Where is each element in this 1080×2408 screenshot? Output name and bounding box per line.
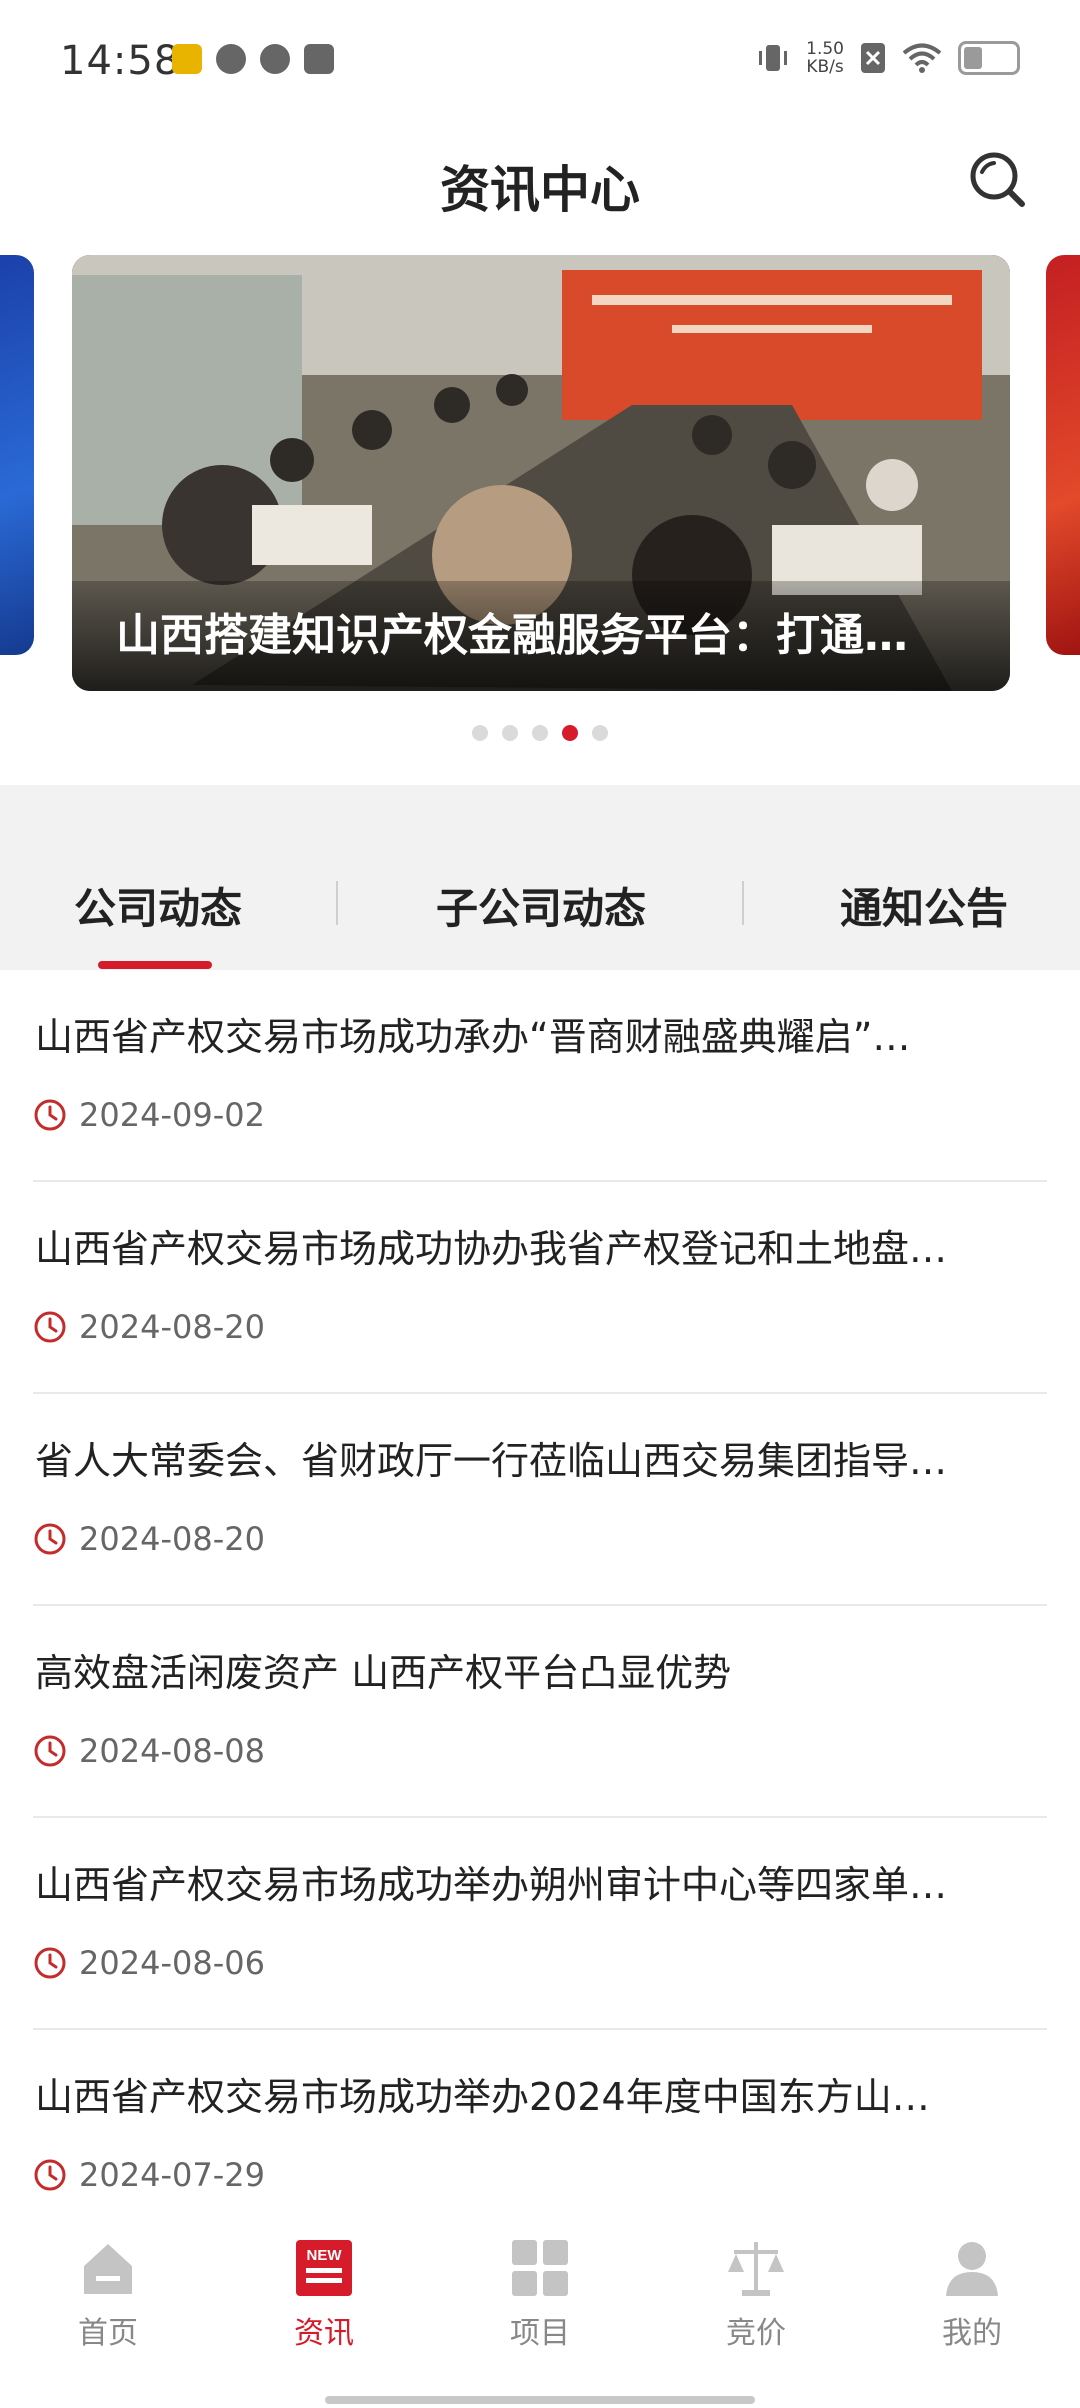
news-carousel[interactable]: 山西搭建知识产权金融服务平台：打通… [0,255,1080,785]
system-status-icons: 1.50 KB/s [756,40,1020,76]
news-date: 2024-08-06 [79,1944,265,1982]
news-meta: 2024-09-02 [33,1096,265,1134]
news-date: 2024-08-20 [79,1308,265,1346]
news-badge: NEW [307,2247,343,2264]
carousel-next-slide[interactable] [1046,255,1080,655]
notification-icons [172,44,334,74]
nav-label: 首页 [78,2316,138,2351]
news-title[interactable]: 省人大常委会、省财政厅一行莅临山西交易集团指导… [35,1430,1041,1485]
clock-icon [34,1099,66,1131]
category-tabs: 公司动态 子公司动态 通知公告 [0,785,1080,970]
nav-label: 资讯 [294,2316,354,2351]
nav-label: 项目 [510,2316,570,2351]
clock-icon [34,1523,66,1555]
vibrate-icon [759,45,788,71]
news-meta: 2024-08-06 [33,1944,265,1982]
list-item[interactable]: 高效盘活闲废资产 山西产权平台凸显优势 2024-08-08 [33,1606,1047,1818]
tab-notices[interactable]: 通知公告 [840,875,1008,936]
app-notification-icon [172,44,202,74]
carousel-dot[interactable] [592,725,608,741]
app-header: 资讯中心 [0,120,1080,255]
carousel-indicator [0,725,1080,741]
search-icon[interactable] [966,148,1028,210]
tab-divider [336,881,338,925]
news-title[interactable]: 山西省产权交易市场成功举办2024年度中国东方山… [35,2066,1041,2121]
battery-icon [958,41,1020,75]
user-icon [946,2242,998,2296]
network-speed: 1.50 KB/s [806,40,844,76]
link-notification-icon [216,44,246,74]
tab-subsidiary-news[interactable]: 子公司动态 [436,875,646,936]
list-item[interactable]: 省人大常委会、省财政厅一行莅临山西交易集团指导… 2024-08-20 [33,1394,1047,1606]
list-item[interactable]: 山西省产权交易市场成功承办“晋商财融盛典耀启”… 2024-09-02 [33,970,1047,1182]
carousel-slide[interactable]: 山西搭建知识产权金融服务平台：打通… [72,255,1010,691]
grid-icon [512,2240,568,2296]
news-meta: 2024-08-20 [33,1520,265,1558]
tab-company-news[interactable]: 公司动态 [74,875,242,936]
list-item[interactable]: 山西省产权交易市场成功举办2024年度中国东方山… 2024-07-29 [33,2030,1047,2242]
status-bar: 14:58 1.50 KB/s [0,0,1080,120]
carousel-dot[interactable] [502,725,518,741]
nav-profile[interactable]: 我的 [864,2236,1080,2352]
home-icon [84,2244,132,2294]
news-date: 2024-07-29 [79,2156,265,2194]
home-indicator[interactable] [325,2396,755,2404]
status-time: 14:58 [60,38,181,84]
cat-notification-icon [260,44,290,74]
carousel-dot-active[interactable] [562,725,578,741]
news-date: 2024-09-02 [79,1096,265,1134]
carousel-dot[interactable] [532,725,548,741]
carousel-prev-slide[interactable] [0,255,34,655]
clock-icon [34,2159,66,2191]
news-title[interactable]: 山西省产权交易市场成功承办“晋商财融盛典耀启”… [35,1006,1041,1061]
nav-bidding[interactable]: 竞价 [648,2236,864,2352]
clock-icon [34,1735,66,1767]
list-item[interactable]: 山西省产权交易市场成功协办我省产权登记和土地盘… 2024-08-20 [33,1182,1047,1394]
list-item[interactable]: 山西省产权交易市场成功举办朔州审计中心等四家单… 2024-08-06 [33,1818,1047,2030]
scale-icon [728,2242,784,2296]
news-icon: NEW [296,2240,352,2296]
news-title[interactable]: 山西省产权交易市场成功举办朔州审计中心等四家单… [35,1854,1041,1909]
news-title[interactable]: 高效盘活闲废资产 山西产权平台凸显优势 [35,1642,1041,1697]
news-title[interactable]: 山西省产权交易市场成功协办我省产权登记和土地盘… [35,1218,1041,1273]
news-list: 山西省产权交易市场成功承办“晋商财融盛典耀启”… 2024-09-02 山西省产… [0,970,1080,2242]
clock-icon [34,1311,66,1343]
wifi-icon [902,43,942,73]
news-date: 2024-08-08 [79,1732,265,1770]
bottom-navigation: 首页 NEW 资讯 项目 竞价 我的 [0,2230,1080,2408]
news-meta: 2024-07-29 [33,2156,265,2194]
active-tab-indicator [98,961,212,969]
news-meta: 2024-08-08 [33,1732,265,1770]
news-meta: 2024-08-20 [33,1308,265,1346]
page-title: 资讯中心 [440,161,640,219]
clock-icon [34,1947,66,1979]
slide-caption: 山西搭建知识产权金融服务平台：打通… [116,610,908,661]
sim-off-icon [861,43,885,73]
nav-news[interactable]: NEW 资讯 [216,2236,432,2352]
network-speed-unit: KB/s [806,57,844,77]
network-speed-value: 1.50 [806,39,844,59]
news-date: 2024-08-20 [79,1520,265,1558]
nav-home[interactable]: 首页 [0,2236,216,2352]
nav-label: 竞价 [726,2316,786,2351]
carousel-dot[interactable] [472,725,488,741]
inbox-notification-icon [304,44,334,74]
nav-projects[interactable]: 项目 [432,2236,648,2352]
tab-divider [742,881,744,925]
nav-label: 我的 [942,2316,1002,2351]
